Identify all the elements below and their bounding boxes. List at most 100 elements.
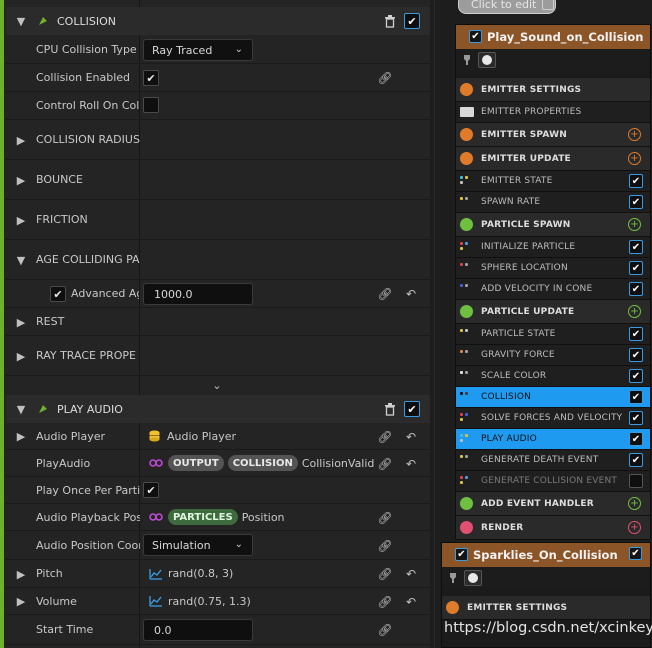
chevron-down-icon[interactable]: ▼ [16,15,26,28]
stack-row-emitter-properties[interactable]: EMITTER PROPERTIES [456,102,650,123]
chevron-right-icon[interactable]: ▶ [16,350,26,363]
link-icon[interactable]: 🔗︎ [377,287,392,301]
reset-arrow-icon[interactable]: ↶ [404,457,418,471]
playback-position-value[interactable]: PARTICLES Position [149,504,285,530]
stack-row-particle-update[interactable]: PARTICLE UPDATE + [456,300,650,324]
advanced-age-checkbox[interactable]: ✔ [50,286,66,302]
position-coordinate-dropdown[interactable]: Simulation ⌄ [143,534,253,556]
volume-value[interactable]: rand(0.75, 1.3) [149,588,251,614]
row-rest[interactable]: ▶ REST [6,308,430,336]
stack-row-emitter-state[interactable]: EMITTER STATE ✔ [456,171,650,192]
reset-arrow-icon[interactable]: ↶ [404,567,418,581]
chevron-right-icon[interactable]: ▶ [16,316,26,329]
chevron-right-icon[interactable]: ▶ [16,430,26,443]
row-friction[interactable]: ▶ FRICTION [6,200,430,240]
link-icon[interactable]: 🔗︎ [377,623,392,637]
play-once-checkbox[interactable]: ✔ [143,482,159,498]
node-title-bar[interactable]: ✔ Play_Sound_on_Collision [456,25,650,49]
emitter-enabled-checkbox[interactable]: ✔ [455,548,468,561]
advanced-expander[interactable]: ⌄ [6,376,430,395]
comment-menu-icon[interactable] [542,0,554,10]
chevron-right-icon[interactable]: ▶ [16,134,26,147]
emitter-enabled-checkbox[interactable]: ✔ [469,30,482,43]
advanced-age-input[interactable]: 1000.0 [143,283,253,305]
stack-row-generate-death-event[interactable]: GENERATE DEATH EVENT ✔ [456,450,650,471]
add-module-icon[interactable]: + [628,128,641,141]
module-enabled-checkbox[interactable]: ✔ [629,411,643,425]
chevron-down-icon[interactable]: ▼ [16,403,26,416]
trash-icon[interactable] [383,14,397,28]
stack-row-render[interactable]: RENDER + [456,516,650,540]
stack-row-sphere-location[interactable]: SPHERE LOCATION ✔ [456,258,650,279]
isolate-checkbox[interactable]: ✔ [629,547,642,560]
collision-enabled-checkbox[interactable]: ✔ [143,70,159,86]
module-enabled-checkbox[interactable]: ✔ [629,474,643,488]
reset-arrow-icon[interactable]: ↶ [404,595,418,609]
row-age-colliding[interactable]: ▼ AGE COLLIDING PAI [6,240,430,280]
link-icon[interactable]: 🔗︎ [377,595,392,609]
stack-row-add-velocity-in-cone[interactable]: ADD VELOCITY IN CONE ✔ [456,279,650,300]
row-ray-trace[interactable]: ▶ RAY TRACE PROPE [6,336,430,376]
section-enabled-checkbox[interactable]: ✔ [404,13,420,29]
thumbnail-icon[interactable] [478,52,496,68]
stack-row-emitter-settings[interactable]: EMITTER SETTINGS [442,596,650,620]
stack-row-spawn-rate[interactable]: SPAWN RATE ✔ [456,192,650,213]
add-module-icon[interactable]: + [628,218,641,231]
module-enabled-checkbox[interactable]: ✔ [629,174,643,188]
chevron-right-icon[interactable]: ▶ [16,214,26,227]
control-roll-checkbox[interactable] [143,97,159,113]
link-icon[interactable]: 🔗︎ [377,71,392,85]
link-icon[interactable]: 🔗︎ [377,430,392,444]
pin-icon[interactable] [463,55,471,66]
stack-row-generate-collision-event[interactable]: GENERATE COLLISION EVENT ✔ [456,471,650,492]
stack-row-solve-forces-and-velocity[interactable]: SOLVE FORCES AND VELOCITY ✔ [456,408,650,429]
node-graph[interactable]: Click to edit ✔ Play_Sound_on_Collision … [430,0,652,648]
link-icon[interactable]: 🔗︎ [377,539,392,553]
pin-icon[interactable] [449,573,457,584]
row-bounce[interactable]: ▶ BOUNCE [6,160,430,200]
chevron-right-icon[interactable]: ▶ [16,568,26,581]
stack-row-particle-spawn[interactable]: PARTICLE SPAWN + [456,213,650,237]
chevron-right-icon[interactable]: ▶ [16,174,26,187]
start-time-input[interactable]: 0.0 [143,619,253,641]
chevron-down-icon[interactable]: ▼ [16,254,26,267]
emitter-node-play-sound[interactable]: ✔ Play_Sound_on_Collision EMITTER SETTIN… [455,24,651,540]
chevron-down-icon[interactable]: ⌄ [212,379,222,392]
stack-row-add-event-handler[interactable]: ADD EVENT HANDLER + [456,492,650,516]
node-title-bar[interactable]: ✔ Sparklies_On_Collision ✔ [442,543,650,567]
module-enabled-checkbox[interactable]: ✔ [629,390,643,404]
module-enabled-checkbox[interactable]: ✔ [629,282,643,296]
stack-row-scale-color[interactable]: SCALE COLOR ✔ [456,366,650,387]
add-module-icon[interactable]: + [628,521,641,534]
trash-icon[interactable] [383,402,397,416]
section-enabled-checkbox[interactable]: ✔ [404,401,420,417]
add-module-icon[interactable]: + [628,305,641,318]
section-header-collision[interactable]: ▼ COLLISION ✔ [6,7,430,35]
module-enabled-checkbox[interactable]: ✔ [629,261,643,275]
stack-row-emitter-spawn[interactable]: EMITTER SPAWN + [456,123,650,147]
module-enabled-checkbox[interactable]: ✔ [629,453,643,467]
thumbnail-icon[interactable] [464,570,482,586]
module-enabled-checkbox[interactable]: ✔ [629,432,643,446]
stack-row-particle-state[interactable]: PARTICLE STATE ✔ [456,324,650,345]
module-enabled-checkbox[interactable]: ✔ [629,327,643,341]
row-collision-radius[interactable]: ▶ COLLISION RADIUS [6,120,430,160]
pitch-value[interactable]: rand(0.8, 3) [149,560,233,587]
stack-row-emitter-update[interactable]: EMITTER UPDATE + [456,147,650,171]
link-icon[interactable]: 🔗︎ [377,511,392,525]
module-enabled-checkbox[interactable]: ✔ [629,348,643,362]
reset-arrow-icon[interactable]: ↶ [404,430,418,444]
stack-row-gravity-force[interactable]: GRAVITY FORCE ✔ [456,345,650,366]
chevron-right-icon[interactable]: ▶ [16,595,26,608]
play-audio-value[interactable]: OUTPUT COLLISION CollisionValid [149,450,374,476]
link-icon[interactable]: 🔗︎ [377,457,392,471]
add-module-icon[interactable]: + [628,152,641,165]
link-icon[interactable]: 🔗︎ [377,567,392,581]
cpu-collision-type-dropdown[interactable]: Ray Traced ⌄ [143,39,253,61]
stack-row-play-audio[interactable]: PLAY AUDIO ✔ [456,429,650,450]
module-enabled-checkbox[interactable]: ✔ [629,369,643,383]
add-module-icon[interactable]: + [628,497,641,510]
reset-arrow-icon[interactable]: ↶ [404,287,418,301]
stack-row-initialize-particle[interactable]: INITIALIZE PARTICLE ✔ [456,237,650,258]
section-header-play-audio[interactable]: ▼ PLAY AUDIO ✔ [6,395,430,423]
